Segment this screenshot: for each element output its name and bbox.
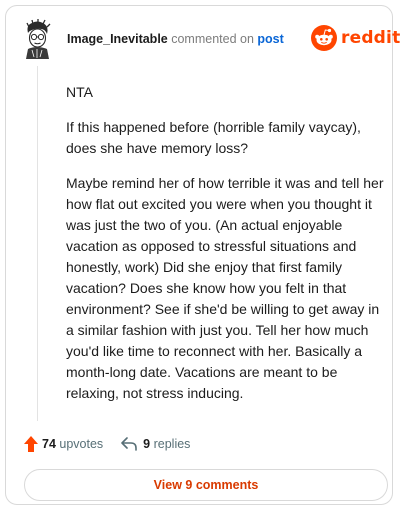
- upvote-count: 74: [42, 437, 56, 451]
- reddit-alien-icon: [311, 25, 337, 51]
- view-comments-button[interactable]: View 9 comments: [24, 469, 388, 501]
- reply-label-text: replies: [153, 437, 191, 451]
- reply-count: 9: [143, 437, 151, 451]
- comment-paragraph: If this happened before (horrible family…: [66, 119, 361, 156]
- comment-actions: 74 upvotes 9 replies: [24, 434, 190, 454]
- upvote-button[interactable]: 74 upvotes: [24, 436, 103, 452]
- comment-card: Image_Inevitable commented on post reddi…: [5, 5, 400, 505]
- username-link[interactable]: Image_Inevitable: [67, 32, 168, 46]
- commented-on-text: commented on: [171, 32, 254, 46]
- upvote-arrow-icon: [24, 436, 38, 452]
- user-avatar[interactable]: [20, 19, 54, 59]
- reply-button[interactable]: 9 replies: [121, 437, 190, 451]
- thread-line[interactable]: [37, 66, 38, 421]
- reply-arrow-icon: [121, 437, 137, 451]
- comment-header: Image_Inevitable commented on post: [67, 31, 284, 47]
- comment-body: NTA If this happened before (horrible fa…: [66, 82, 386, 418]
- reddit-wordmark: reddit: [341, 28, 400, 48]
- upvote-label: upvotes: [56, 437, 103, 451]
- post-link[interactable]: post: [257, 32, 283, 46]
- avatar-sketch-icon: [26, 19, 51, 59]
- comment-paragraph: NTA: [66, 84, 93, 100]
- upvote-label-text: upvotes: [59, 437, 104, 451]
- reddit-logo[interactable]: reddit: [311, 23, 400, 53]
- comment-paragraph: Maybe remind her of how terrible it was …: [66, 175, 384, 401]
- reply-label: replies: [150, 437, 191, 451]
